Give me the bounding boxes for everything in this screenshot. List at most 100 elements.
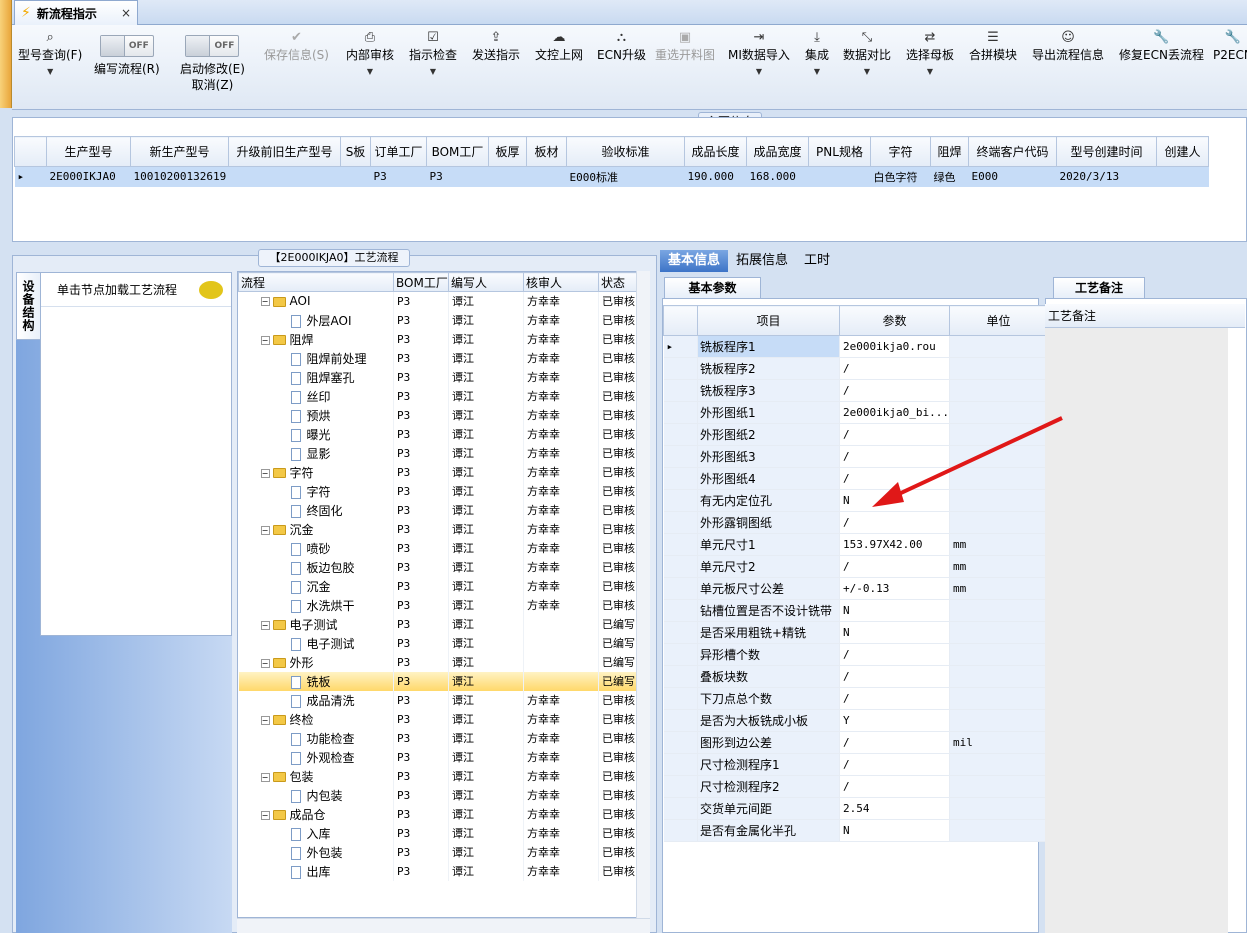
param-row[interactable]: 单元板尺寸公差 +/-0.13 mm xyxy=(663,577,1048,600)
table-cell[interactable] xyxy=(526,166,567,187)
table-cell[interactable] xyxy=(228,166,341,187)
toolbar-button-2[interactable]: OFF 启动修改(E) 取消(Z) xyxy=(180,29,245,105)
toolbar-button-17[interactable]: 🔧 P2ECN xyxy=(1213,29,1247,105)
tree-node[interactable]: 喷砂 xyxy=(238,538,394,558)
tree-node[interactable]: 水洗烘干 xyxy=(238,595,394,615)
tree-row[interactable]: 丝印 P3 谭江 方幸幸 已审核 xyxy=(238,386,639,406)
table-cell[interactable]: 168.000 xyxy=(746,166,809,187)
tree-row[interactable]: 喷砂 P3 谭江 方幸幸 已审核 xyxy=(238,538,639,558)
toolbar-button-4[interactable]: ⎙ 内部审核 ▼ xyxy=(346,29,394,105)
tree-row[interactable]: 出库 P3 谭江 方幸幸 已审核 xyxy=(238,861,639,881)
tree-row[interactable]: 电子测试 P3 谭江 已编写 xyxy=(238,633,639,653)
tree-node[interactable]: − 阻焊 xyxy=(238,329,394,349)
tree-row[interactable]: − 电子测试 P3 谭江 已编写 xyxy=(238,614,639,634)
toolbar-button-10[interactable]: ⇥ MI数据导入 ▼ xyxy=(728,29,790,105)
param-value[interactable]: / xyxy=(839,555,950,578)
tree-column-header[interactable]: 流程 xyxy=(238,272,394,292)
tree-row[interactable]: − 外形 P3 谭江 已编写 xyxy=(238,652,639,672)
side-tab-equipment[interactable]: 设备结构 xyxy=(16,272,40,340)
param-row[interactable]: 铣板程序3/ xyxy=(663,379,1048,402)
tree-row[interactable]: − AOI P3 谭江 方幸幸 已审核 xyxy=(238,291,639,311)
param-row[interactable]: 下刀点总个数 / xyxy=(663,687,1048,710)
param-column-header[interactable]: 单位 xyxy=(948,305,1048,336)
param-row[interactable]: 铣板程序2/ xyxy=(663,357,1048,380)
process-tree[interactable]: 流程 BOM工厂 编写人 核审人 状态 − AOI P3 谭江 方幸幸 已审核 外层AOI P3 谭江方… xyxy=(237,271,650,918)
tree-row[interactable]: 预烘 P3 谭江 方幸幸 已审核 xyxy=(238,405,639,425)
collapse-icon[interactable]: − xyxy=(260,772,270,782)
document-tab[interactable]: ⚡ 新流程指示 × xyxy=(14,0,138,25)
toolbar-button-12[interactable]: ⤡ 数据对比 ▼ xyxy=(843,29,891,105)
tree-row[interactable]: 板边包胶 P3 谭江 方幸幸 已审核 xyxy=(238,557,639,577)
toolbar-button-8[interactable]: ⛬ ECN升级 xyxy=(597,29,646,105)
tree-row[interactable]: 铣板 P3 谭江 已编写 xyxy=(238,671,639,691)
tree-node[interactable]: 沉金 xyxy=(238,576,394,596)
param-row[interactable]: 尺寸检测程序1/ xyxy=(663,753,1048,776)
column-header[interactable]: 新生产型号 xyxy=(130,136,229,167)
param-value[interactable]: Y xyxy=(839,709,950,732)
tab-craft-notes[interactable]: 工艺备注 xyxy=(1053,277,1145,299)
param-row[interactable]: 异形槽个数 / xyxy=(663,643,1048,666)
tree-node[interactable]: 电子测试 xyxy=(238,633,394,653)
tree-node[interactable]: − 终检 xyxy=(238,709,394,729)
tree-row[interactable]: 水洗烘干 P3 谭江 方幸幸 已审核 xyxy=(238,595,639,615)
tree-node[interactable]: 阻焊前处理 xyxy=(238,348,394,368)
toolbar-button-9[interactable]: ▣ 重选开料图 xyxy=(655,29,715,105)
param-row[interactable]: 尺寸检测程序2/ xyxy=(663,775,1048,798)
tree-row[interactable]: 沉金 P3 谭江 方幸幸 已审核 xyxy=(238,576,639,596)
tree-row[interactable]: 字符 P3 谭江 方幸幸 已审核 xyxy=(238,481,639,501)
tree-column-header[interactable]: 核审人 xyxy=(523,272,599,292)
column-header[interactable]: 创建人 xyxy=(1156,136,1209,167)
tab-0[interactable]: 基本信息 xyxy=(660,250,729,272)
tree-node[interactable]: − 沉金 xyxy=(238,519,394,539)
tree-row[interactable]: − 成品仓 P3 谭江 方幸幸 已审核 xyxy=(238,804,639,824)
table-cell[interactable]: 白色字符 xyxy=(870,166,931,187)
column-header[interactable]: 成品长度 xyxy=(684,136,747,167)
collapse-icon[interactable]: − xyxy=(260,525,270,535)
table-cell[interactable] xyxy=(488,166,527,187)
tree-row[interactable]: 外观检查 P3 谭江 方幸幸 已审核 xyxy=(238,747,639,767)
dropdown-arrow-icon[interactable]: ▼ xyxy=(756,67,762,76)
param-value[interactable]: / xyxy=(839,643,950,666)
table-cell[interactable]: 2020/3/13 xyxy=(1056,166,1157,187)
table-cell[interactable]: 190.000 xyxy=(684,166,747,187)
toolbar-button-3[interactable]: ✔ 保存信息(S) xyxy=(264,29,329,105)
dropdown-arrow-icon[interactable]: ▼ xyxy=(864,67,870,76)
tree-row[interactable]: 阻焊前处理 P3 谭江 方幸幸 已审核 xyxy=(238,348,639,368)
tree-row[interactable]: − 沉金 P3 谭江 方幸幸 已审核 xyxy=(238,519,639,539)
param-value[interactable]: 2e000ikja0.rou xyxy=(839,335,950,358)
tree-node[interactable]: 内包装 xyxy=(238,785,394,805)
tree-node[interactable]: 终固化 xyxy=(238,500,394,520)
tree-node[interactable]: − 成品仓 xyxy=(238,804,394,824)
column-header[interactable]: 升级前旧生产型号 xyxy=(228,136,341,167)
table-cell[interactable] xyxy=(340,166,371,187)
dropdown-arrow-icon[interactable]: ▼ xyxy=(927,67,933,76)
toolbar-button-13[interactable]: ⇄ 选择母板 ▼ xyxy=(906,29,954,105)
column-header[interactable]: 型号创建时间 xyxy=(1056,136,1157,167)
param-row[interactable]: 交货单元间距 2.54 xyxy=(663,797,1048,820)
off-toggle[interactable]: OFF xyxy=(99,35,154,57)
tree-node[interactable]: 入库 xyxy=(238,823,394,843)
tab-basic-params[interactable]: 基本参数 xyxy=(664,277,761,299)
toolbar-button-7[interactable]: ☁ 文控上网 xyxy=(535,29,583,105)
toolbar-button-5[interactable]: ☑ 指示检查 ▼ xyxy=(409,29,457,105)
tree-row[interactable]: 曝光 P3 谭江 方幸幸 已审核 xyxy=(238,424,639,444)
tree-node[interactable]: 成品清洗 xyxy=(238,690,394,710)
toolbar-button-11[interactable]: ⤓ 集成 ▼ xyxy=(805,29,829,105)
param-value[interactable]: / xyxy=(839,775,950,798)
param-column-header[interactable]: 项目 xyxy=(697,305,840,336)
tree-node[interactable]: − 外形 xyxy=(238,652,394,672)
tree-row[interactable]: 内包装 P3 谭江 方幸幸 已审核 xyxy=(238,785,639,805)
tree-row[interactable]: 外层AOI P3 谭江 方幸幸 已审核 xyxy=(238,310,639,330)
collapse-icon[interactable]: − xyxy=(260,297,270,307)
param-value[interactable]: / xyxy=(839,357,950,380)
tree-row[interactable]: − 终检 P3 谭江 方幸幸 已审核 xyxy=(238,709,639,729)
param-value[interactable]: 2.54 xyxy=(839,797,950,820)
toolbar-button-15[interactable]: ☺ 导出流程信息 xyxy=(1032,29,1104,105)
tree-vertical-scrollbar[interactable] xyxy=(636,271,650,918)
table-cell[interactable]: 2E000IKJA0 xyxy=(46,166,131,187)
tree-row[interactable]: 终固化 P3 谭江 方幸幸 已审核 xyxy=(238,500,639,520)
tree-column-header[interactable]: 编写人 xyxy=(448,272,524,292)
column-header[interactable]: 阻焊 xyxy=(930,136,969,167)
param-row[interactable]: 钻槽位置是否不设计铣带 N xyxy=(663,599,1048,622)
tree-node[interactable]: 曝光 xyxy=(238,424,394,444)
